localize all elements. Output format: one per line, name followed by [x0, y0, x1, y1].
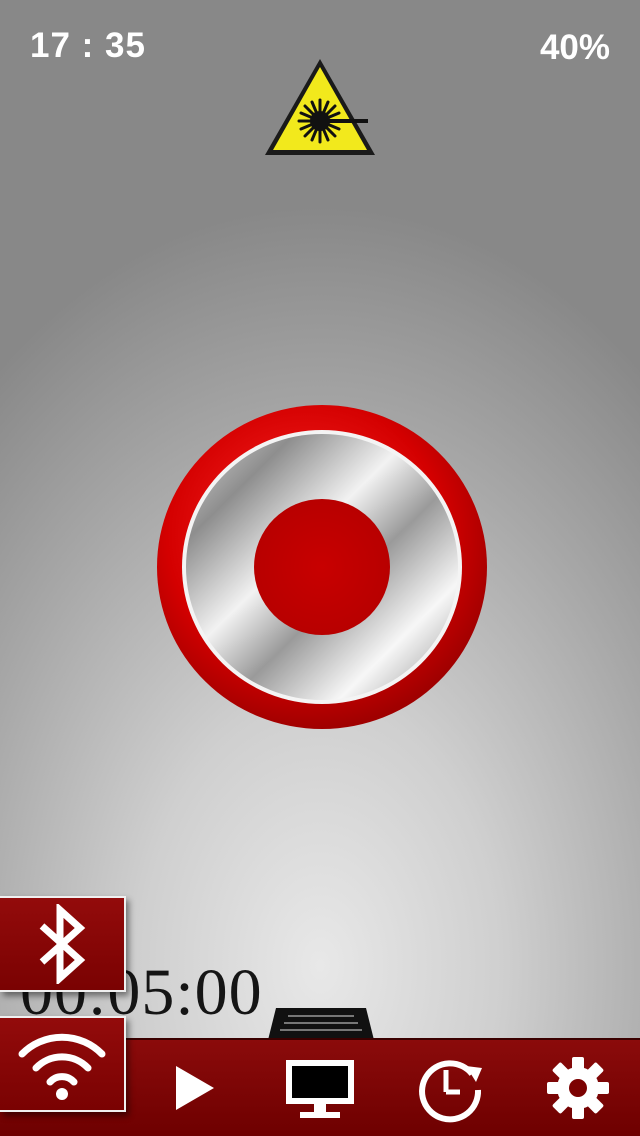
bluetooth-button[interactable] — [0, 896, 126, 992]
play-icon — [176, 1066, 214, 1110]
bluetooth-icon — [39, 904, 86, 984]
drawer-handle[interactable] — [266, 1006, 376, 1040]
record-button[interactable] — [156, 404, 488, 730]
play-button[interactable] — [150, 1046, 234, 1130]
record-icon — [254, 499, 390, 635]
display-button[interactable] — [278, 1046, 362, 1130]
battery-level: 40% — [539, 28, 610, 67]
settings-button[interactable] — [536, 1046, 620, 1130]
wifi-icon — [18, 1033, 106, 1100]
timer-icon — [419, 1060, 482, 1123]
status-time: 17 : 35 — [30, 26, 146, 65]
timer-button[interactable] — [408, 1046, 492, 1130]
wifi-button[interactable] — [0, 1016, 126, 1112]
laser-warning-icon — [262, 56, 378, 158]
monitor-icon — [286, 1060, 354, 1118]
gear-icon — [547, 1057, 609, 1119]
